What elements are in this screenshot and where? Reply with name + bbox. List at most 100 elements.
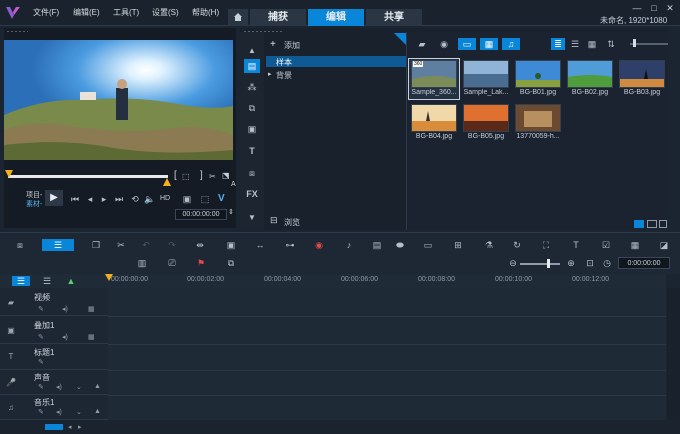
edit-icon[interactable]: ✎ bbox=[38, 358, 44, 366]
transition-icon[interactable]: ⧉ bbox=[244, 101, 260, 115]
split-icon[interactable]: ⬚ bbox=[182, 172, 190, 181]
motion-icon[interactable]: ⬬ bbox=[393, 239, 407, 251]
trim-start-marker[interactable] bbox=[5, 170, 13, 178]
hd-badge[interactable]: HD bbox=[160, 195, 170, 202]
thumb-size-slider-knob[interactable] bbox=[633, 39, 636, 47]
smart-render-icon[interactable]: V bbox=[218, 193, 225, 204]
graphics-icon[interactable]: ▣ bbox=[244, 122, 260, 136]
trim-icon[interactable]: ⊶ bbox=[283, 239, 297, 251]
screen-record-icon[interactable]: ▥ bbox=[135, 257, 149, 269]
menu-tools[interactable]: 工具(T) bbox=[113, 7, 139, 18]
mark-in-bracket[interactable]: [ bbox=[174, 170, 177, 181]
image-icon[interactable]: ▣ bbox=[224, 239, 238, 251]
track-title[interactable]: T 标题1 ✎ bbox=[0, 344, 108, 370]
scroll-right-icon[interactable]: ▸ bbox=[78, 423, 82, 431]
thumbnail-image[interactable] bbox=[515, 104, 561, 132]
expand-icon[interactable]: ▸ bbox=[268, 70, 272, 78]
live-record-icon[interactable]: ⚑ bbox=[194, 257, 208, 269]
video-preview[interactable] bbox=[4, 40, 233, 160]
panel-drag-handle[interactable] bbox=[6, 30, 28, 33]
panel-layout-icon-2[interactable] bbox=[659, 220, 667, 228]
add-folder-label[interactable]: 添加 bbox=[284, 40, 300, 51]
browse-icon[interactable]: ⊟ bbox=[270, 215, 278, 226]
tab-edit[interactable]: 编辑 bbox=[308, 9, 364, 26]
color-grade-icon[interactable]: ◪ bbox=[657, 239, 671, 251]
track-overlay[interactable]: ▣ 叠加1 ✎ ◂) ▦ bbox=[0, 316, 108, 344]
timeline-vertical-scrollbar[interactable] bbox=[667, 288, 680, 420]
edit-icon[interactable]: ✎ bbox=[38, 408, 44, 416]
play-button[interactable]: ▶ bbox=[45, 190, 63, 206]
thumbnail-image[interactable] bbox=[463, 104, 509, 132]
track-voice[interactable]: 🎤 声音 ✎ ◂) ⌄ ▲ bbox=[0, 370, 108, 395]
go-start-icon[interactable]: ⏮ bbox=[68, 193, 82, 205]
thumb-view-icon[interactable]: ▦ bbox=[585, 38, 599, 50]
mark-out-bracket[interactable]: ] bbox=[200, 170, 203, 181]
next-frame-icon[interactable]: ▸ bbox=[97, 193, 111, 205]
track-manager-icon[interactable]: ☰ bbox=[12, 276, 30, 286]
mute-icon[interactable]: ◂) bbox=[62, 333, 68, 341]
filter-video-icon[interactable]: ▭ bbox=[458, 38, 476, 50]
folder-item-sample[interactable]: 样本 bbox=[266, 56, 406, 67]
list-view-icon[interactable]: ≣ bbox=[551, 38, 565, 50]
timeline-timecode[interactable]: 0:00:00:00 bbox=[618, 257, 670, 269]
mute-icon[interactable]: ◂) bbox=[62, 305, 68, 313]
redo-icon[interactable]: ↷ bbox=[165, 239, 179, 251]
thumbnail-image[interactable] bbox=[411, 104, 457, 132]
maximize-button[interactable]: □ bbox=[648, 3, 660, 13]
record-icon[interactable]: ◉ bbox=[437, 38, 451, 50]
filter-photo-icon[interactable]: ▦ bbox=[480, 38, 498, 50]
zoom-in-icon[interactable]: ⊕ bbox=[564, 257, 578, 269]
import-folder-icon[interactable]: ▰ bbox=[415, 38, 429, 50]
edit-icon[interactable]: ✎ bbox=[38, 333, 44, 341]
go-end-icon[interactable]: ⏭ bbox=[112, 193, 126, 205]
repeat-icon[interactable]: ⟲ bbox=[128, 193, 142, 205]
undo-icon[interactable]: ↶ bbox=[139, 239, 153, 251]
thumbnail-image[interactable] bbox=[567, 60, 613, 88]
tab-capture[interactable]: 捕获 bbox=[250, 9, 306, 26]
tab-share[interactable]: 共享 bbox=[366, 9, 422, 26]
grid-icon[interactable]: ▦ bbox=[88, 305, 95, 313]
prev-frame-icon[interactable]: ◂ bbox=[83, 193, 97, 205]
timecode-display[interactable]: 00:00:00:00 bbox=[175, 209, 227, 220]
edit-icon[interactable]: ✎ bbox=[38, 383, 44, 391]
enlarge-icon[interactable]: ▣ bbox=[180, 193, 194, 205]
stop-motion-icon[interactable]: ⎚ bbox=[165, 257, 179, 269]
mute-icon[interactable]: ◂) bbox=[56, 408, 62, 416]
resize-icon[interactable]: ⬔ bbox=[222, 171, 230, 180]
ripple-icon[interactable]: ▲ bbox=[94, 408, 101, 415]
zoom-slider[interactable] bbox=[520, 263, 560, 265]
cut-icon[interactable]: ✂ bbox=[209, 172, 216, 181]
fit-icon[interactable]: ⇹ bbox=[193, 239, 207, 251]
tab-home[interactable] bbox=[228, 9, 248, 26]
timeline-scroll-thumb[interactable] bbox=[45, 424, 63, 430]
subtitle-icon[interactable]: ▭ bbox=[421, 239, 435, 251]
menu-edit[interactable]: 编辑(E) bbox=[73, 7, 100, 18]
scroll-up-icon[interactable]: ▲ bbox=[244, 44, 260, 58]
thumbnail-image[interactable] bbox=[515, 60, 561, 88]
mute-icon[interactable]: ◂) bbox=[56, 383, 62, 391]
clock-icon[interactable]: ◷ bbox=[600, 257, 614, 269]
instant-project-icon[interactable]: ⁂ bbox=[244, 80, 260, 94]
multicam-icon[interactable]: ▦ bbox=[628, 239, 642, 251]
checklist-icon[interactable]: ☑ bbox=[599, 239, 613, 251]
panel-layout-icon[interactable] bbox=[647, 220, 657, 228]
audio-mix-icon[interactable]: ♪ bbox=[342, 239, 356, 251]
pan-zoom-icon[interactable]: ⛶ bbox=[539, 239, 553, 251]
clip-mode-label[interactable]: 素材- bbox=[26, 199, 42, 209]
ripple-all-icon[interactable]: ▲ bbox=[64, 275, 78, 287]
menu-file[interactable]: 文件(F) bbox=[33, 7, 59, 18]
minimize-button[interactable]: — bbox=[631, 3, 643, 13]
chapter-icon[interactable]: ▤ bbox=[370, 239, 384, 251]
batch-icon[interactable]: ⧉ bbox=[224, 257, 238, 269]
ripple-icon[interactable]: ↔ bbox=[253, 239, 267, 251]
close-button[interactable]: ✕ bbox=[664, 3, 676, 13]
fit-project-icon[interactable]: ⊡ bbox=[583, 257, 597, 269]
zoom-slider-knob[interactable] bbox=[547, 259, 550, 268]
collapse-icon[interactable]: ⌄ bbox=[76, 408, 82, 416]
fx-icon[interactable]: FX bbox=[244, 187, 260, 201]
tools-icon[interactable]: ✂ bbox=[114, 239, 128, 251]
add-folder-icon[interactable]: + bbox=[270, 39, 276, 50]
filter-audio-icon[interactable]: ♫ bbox=[502, 38, 520, 50]
collapse-icon[interactable]: ⌄ bbox=[76, 383, 82, 391]
timecode-stepper-icon[interactable]: ⇕ bbox=[228, 208, 234, 216]
